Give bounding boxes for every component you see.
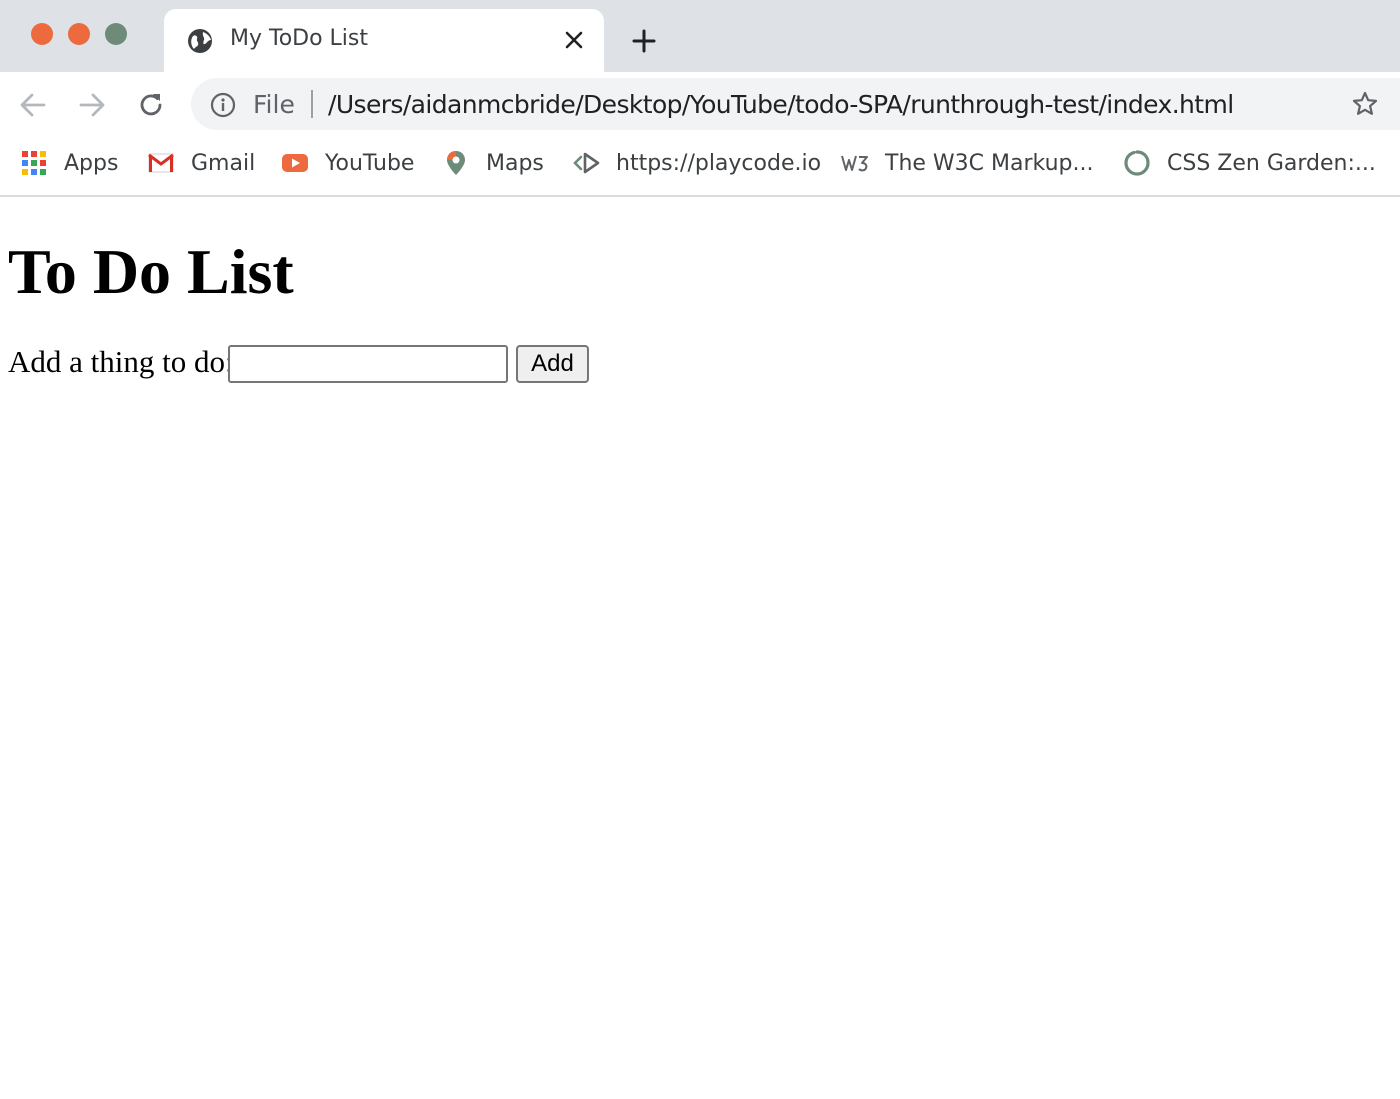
window-close-button[interactable] [31, 23, 53, 45]
zen-garden-icon [1124, 150, 1150, 176]
window-zoom-button[interactable] [105, 23, 127, 45]
bookmark-apps[interactable]: Apps [20, 148, 118, 178]
bookmark-label: Apps [64, 150, 119, 176]
bookmark-label: Maps [486, 150, 544, 176]
bookmark-label: YouTube [325, 150, 415, 176]
apps-grid-icon [22, 151, 46, 175]
w3c-icon [841, 155, 868, 172]
new-tab-icon[interactable] [630, 27, 658, 55]
bookmark-playcode[interactable]: https://playcode.io [572, 148, 821, 178]
bookmark-label: Gmail [191, 150, 256, 176]
url-text[interactable]: /Users/aidanmcbride/Desktop/YouTube/todo… [328, 90, 1234, 119]
gmail-icon [148, 153, 174, 173]
add-button[interactable]: Add [516, 345, 589, 383]
info-icon[interactable] [210, 92, 236, 118]
address-divider [311, 90, 313, 118]
playcode-icon [573, 152, 600, 174]
window-minimize-button[interactable] [68, 23, 90, 45]
add-todo-label: Add a thing to do: [8, 344, 234, 379]
close-tab-icon[interactable] [562, 28, 586, 52]
bookmark-label: CSS Zen Garden:... [1167, 150, 1376, 176]
forward-arrow-icon[interactable] [76, 89, 108, 121]
bookmark-w3c[interactable]: The W3C Markup... [841, 148, 1093, 178]
globe-icon [188, 29, 212, 53]
bookmark-label: https://playcode.io [616, 150, 822, 176]
maps-pin-icon [447, 151, 465, 175]
bookmark-label: The W3C Markup... [885, 150, 1094, 176]
bookmark-star-icon[interactable] [1351, 90, 1379, 118]
browser-toolbar: File /Users/aidanmcbride/Desktop/YouTube… [0, 72, 1400, 138]
back-arrow-icon[interactable] [17, 89, 49, 121]
reload-icon[interactable] [135, 89, 167, 121]
tab-title: My ToDo List [230, 26, 369, 51]
bookmarks-bar: Apps Gmail YouTube Maps https://playcode… [0, 138, 1400, 197]
bookmark-maps[interactable]: Maps [442, 148, 544, 178]
url-scheme-label: File [253, 90, 295, 119]
tab-strip: My ToDo List [0, 0, 1400, 72]
todo-input[interactable] [228, 345, 508, 383]
page-title: To Do List [8, 236, 294, 307]
bookmark-gmail[interactable]: Gmail [147, 148, 255, 178]
youtube-icon [282, 154, 308, 172]
bookmark-css-zen-garden[interactable]: CSS Zen Garden:... [1123, 148, 1376, 178]
address-bar[interactable]: File /Users/aidanmcbride/Desktop/YouTube… [191, 78, 1400, 130]
browser-tab[interactable]: My ToDo List [164, 9, 604, 72]
bookmark-youtube[interactable]: YouTube [281, 148, 414, 178]
page-content: To Do List Add a thing to do: Add [0, 199, 1400, 1099]
